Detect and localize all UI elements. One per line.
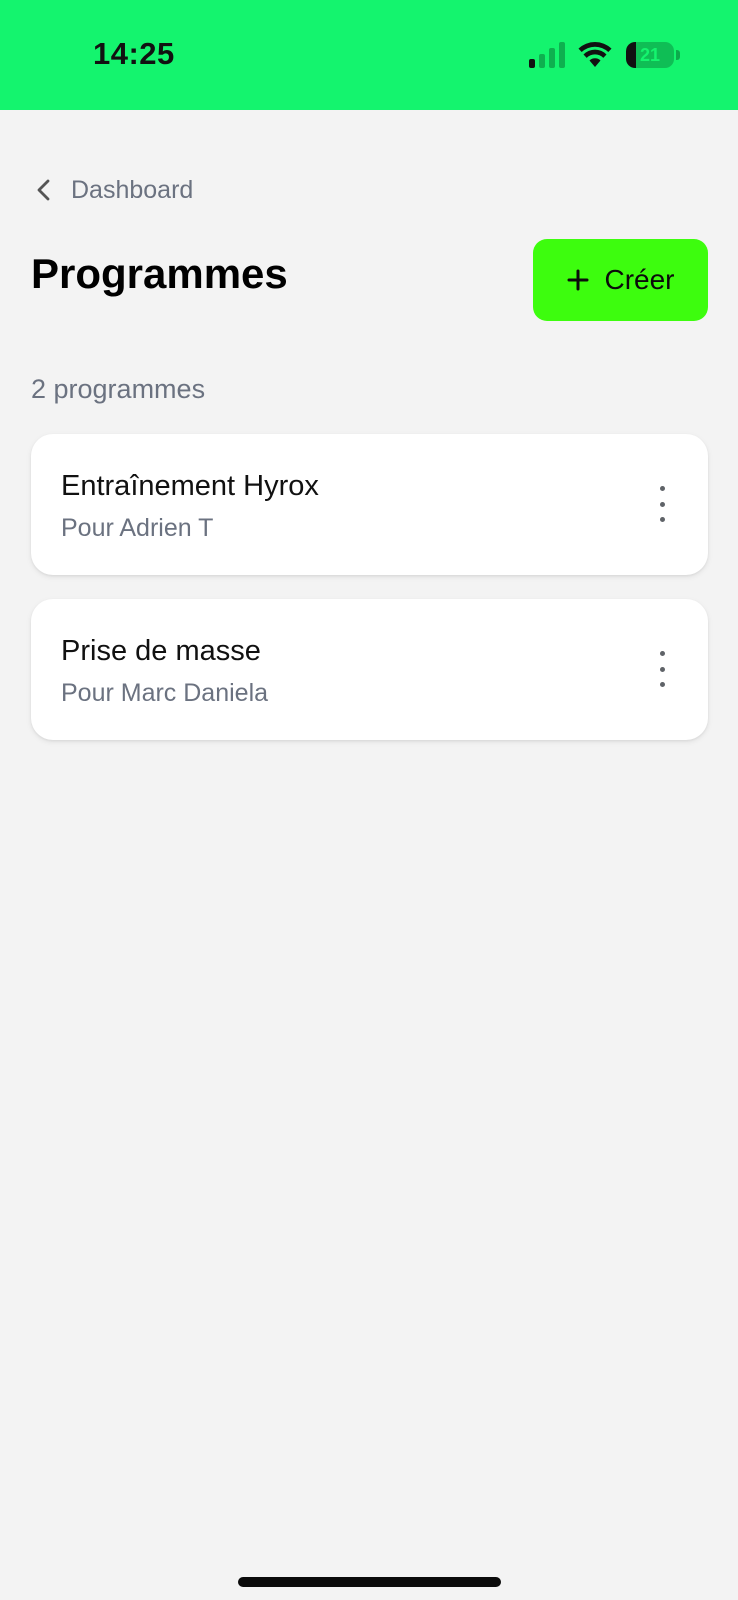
- back-button[interactable]: Dashboard: [33, 170, 193, 210]
- programme-card[interactable]: Prise de masse Pour Marc Daniela: [31, 599, 708, 740]
- programme-title: Entraînement Hyrox: [61, 470, 319, 502]
- more-options-icon[interactable]: [652, 486, 672, 522]
- wifi-icon: [578, 42, 612, 67]
- signal-icon: [529, 42, 567, 68]
- programme-card[interactable]: Entraînement Hyrox Pour Adrien T: [31, 434, 708, 575]
- back-label: Dashboard: [71, 175, 194, 204]
- programme-client: Pour Adrien T: [61, 514, 214, 542]
- more-options-icon[interactable]: [652, 651, 672, 687]
- status-time: 14:25: [93, 36, 175, 71]
- programme-client: Pour Marc Daniela: [61, 679, 269, 707]
- status-bar: 14:25 21: [0, 0, 738, 110]
- battery-tip: [676, 50, 680, 60]
- page-title: Programmes: [31, 250, 288, 297]
- chevron-left-icon: [37, 179, 50, 201]
- create-button[interactable]: Créer: [533, 239, 708, 321]
- programme-count: 2 programmes: [31, 374, 206, 404]
- plus-icon: [567, 269, 589, 291]
- home-indicator[interactable]: [238, 1577, 501, 1587]
- create-label: Créer: [604, 264, 675, 295]
- battery-level: 21: [639, 44, 661, 65]
- programme-title: Prise de masse: [61, 635, 261, 667]
- battery-icon: 21: [626, 42, 674, 68]
